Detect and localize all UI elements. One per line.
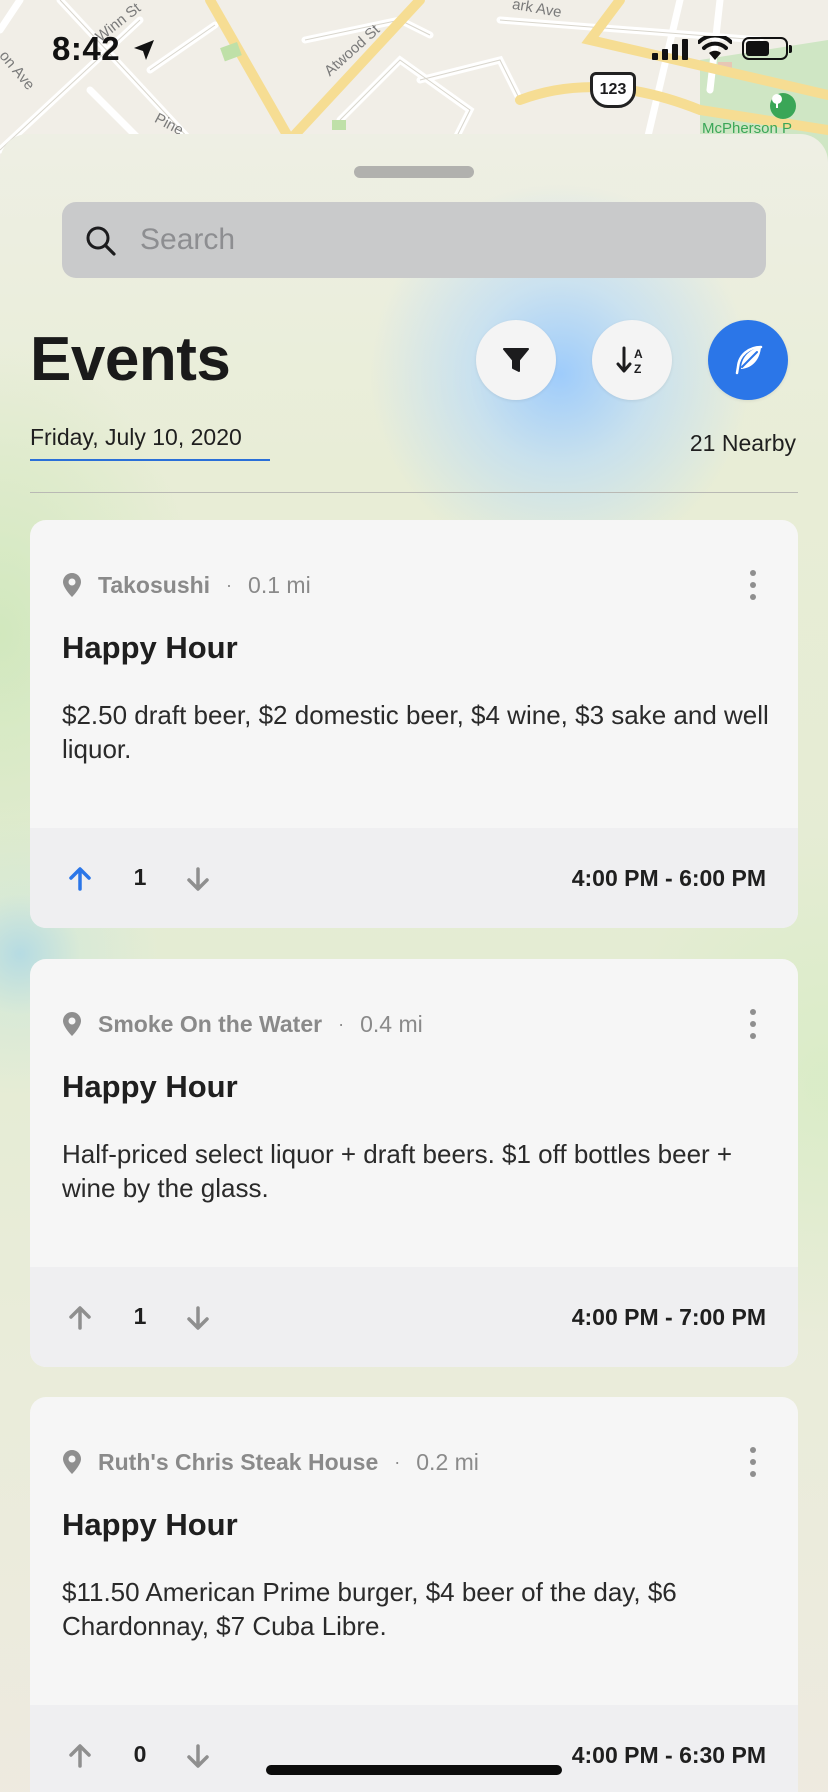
vote-count: 1	[133, 864, 147, 890]
location-pin-icon	[63, 1012, 81, 1036]
vote-count: 0	[133, 1741, 147, 1767]
events-sheet: Events A Z Friday, July 10, 2020 21 Near…	[0, 134, 828, 1792]
svg-text:A: A	[634, 347, 643, 361]
compose-button[interactable]	[708, 320, 788, 400]
header-divider	[30, 492, 798, 493]
upvote-arrow-icon[interactable]	[66, 865, 94, 893]
search-bar[interactable]	[62, 202, 766, 278]
event-card-header: Takosushi · 0.1 mi	[62, 570, 311, 600]
event-card-footer: 0 4:00 PM - 6:30 PM	[30, 1705, 798, 1792]
search-icon	[86, 226, 116, 256]
event-card-header: Smoke On the Water · 0.4 mi	[62, 1009, 423, 1039]
search-input[interactable]	[140, 202, 740, 278]
filter-funnel-icon	[503, 348, 529, 372]
event-time-range: 4:00 PM - 7:00 PM	[571, 1304, 766, 1330]
status-bar: 8:42	[0, 0, 828, 100]
event-card[interactable]: Takosushi · 0.1 mi Happy Hour $2.50 draf…	[30, 520, 798, 928]
upvote-arrow-icon[interactable]	[66, 1304, 94, 1332]
event-card-footer: 1 4:00 PM - 7:00 PM	[30, 1267, 798, 1367]
cellular-signal-icon	[652, 38, 688, 60]
home-indicator[interactable]	[266, 1765, 562, 1775]
event-card[interactable]: Ruth's Chris Steak House · 0.2 mi Happy …	[30, 1397, 798, 1792]
event-description: $11.50 American Prime burger, $4 beer of…	[62, 1577, 677, 1641]
sheet-grabber-handle[interactable]	[354, 166, 474, 178]
page-title: Events	[30, 325, 231, 394]
event-card-footer: 1 4:00 PM - 6:00 PM	[30, 828, 798, 928]
event-distance: 0.2 mi	[416, 1448, 479, 1475]
location-pin-icon	[63, 573, 81, 597]
event-description: Half-priced select liquor + draft beers.…	[62, 1139, 733, 1203]
downvote-arrow-icon[interactable]	[184, 1742, 212, 1770]
event-time-range: 4:00 PM - 6:00 PM	[571, 865, 766, 891]
event-card[interactable]: Smoke On the Water · 0.4 mi Happy Hour H…	[30, 959, 798, 1367]
event-time-range: 4:00 PM - 6:30 PM	[571, 1742, 766, 1768]
more-options-icon[interactable]	[748, 1447, 758, 1477]
event-card-header: Ruth's Chris Steak House · 0.2 mi	[62, 1447, 479, 1477]
event-title: Happy Hour	[62, 1069, 238, 1104]
more-options-icon[interactable]	[748, 1009, 758, 1039]
upvote-arrow-icon[interactable]	[66, 1742, 94, 1770]
vote-count: 1	[133, 1303, 147, 1329]
event-title: Happy Hour	[62, 1507, 238, 1542]
sort-az-icon: A Z	[616, 346, 643, 376]
nearby-count: 21 Nearby	[689, 430, 796, 456]
status-time: 8:42	[52, 30, 121, 67]
downvote-arrow-icon[interactable]	[184, 1304, 212, 1332]
event-venue[interactable]: Takosushi	[98, 572, 210, 599]
location-arrow-icon	[134, 40, 154, 60]
event-distance: 0.1 mi	[248, 571, 311, 598]
sort-button[interactable]: A Z	[592, 320, 672, 400]
event-distance: 0.4 mi	[360, 1010, 423, 1037]
wifi-icon	[698, 36, 732, 60]
filter-button[interactable]	[476, 320, 556, 400]
event-venue[interactable]: Smoke On the Water	[98, 1011, 322, 1038]
meta-separator: ·	[394, 1451, 401, 1472]
battery-icon	[742, 37, 792, 60]
feather-quill-icon	[735, 345, 763, 375]
event-venue[interactable]: Ruth's Chris Steak House	[98, 1449, 378, 1476]
downvote-arrow-icon[interactable]	[184, 865, 212, 893]
date-selector-tab[interactable]: Friday, July 10, 2020	[30, 424, 270, 461]
svg-text:Z: Z	[634, 362, 641, 376]
event-title: Happy Hour	[62, 630, 238, 665]
location-pin-icon	[63, 1450, 81, 1474]
event-description: $2.50 draft beer, $2 domestic beer, $4 w…	[62, 700, 769, 764]
more-options-icon[interactable]	[748, 570, 758, 600]
meta-separator: ·	[226, 574, 233, 595]
meta-separator: ·	[338, 1013, 345, 1034]
